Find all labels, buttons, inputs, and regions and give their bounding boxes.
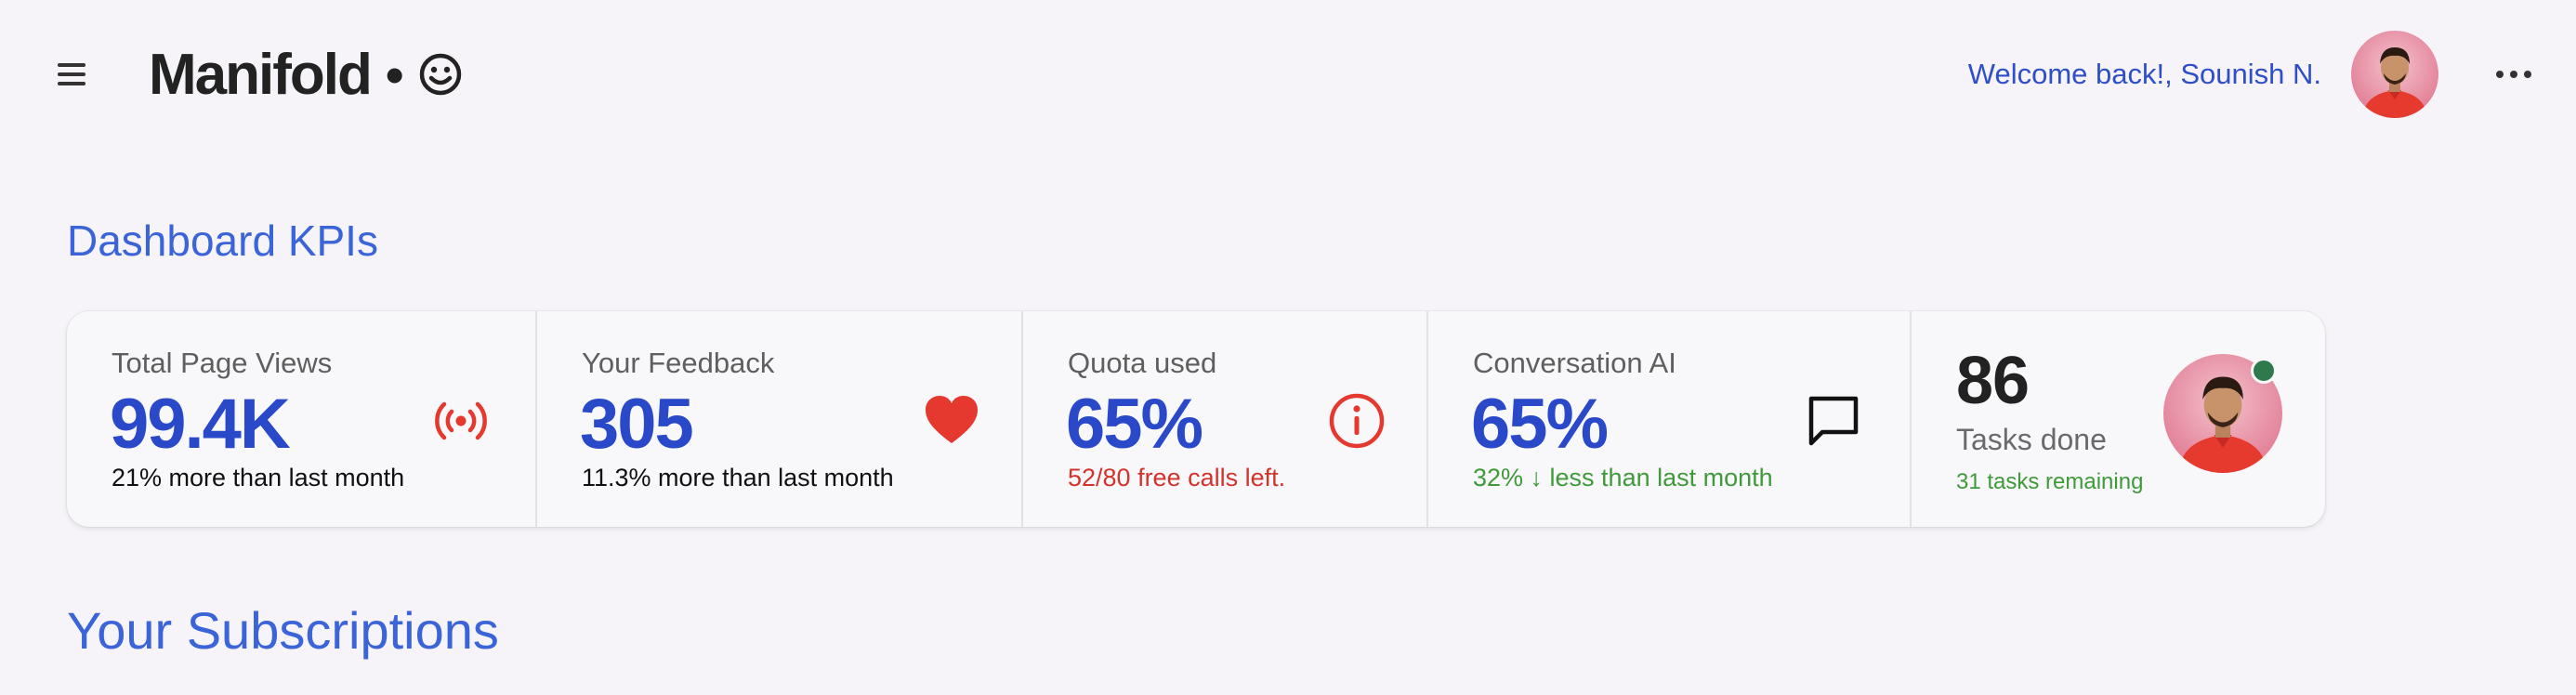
avatar-photo [2351,31,2438,118]
kpi-value: 305 [580,385,694,464]
tasks-remaining: 31 tasks remaining [1956,469,2144,494]
broadcast-icon [435,401,487,440]
tasks-count: 86 [1956,344,2030,418]
kpi-value: 65% [1471,385,1609,464]
more-horizontal-icon[interactable] [2496,65,2533,84]
kpi-quota-used: Quota used 65% 52/80 free calls left. [1023,311,1428,527]
hamburger-menu-icon[interactable] [58,61,89,87]
kpi-total-page-views: Total Page Views 99.4K 21% more than las… [67,311,537,527]
kpi-subtext: 21% more than last month [112,464,405,492]
kpi-subtext: 32% ↓ less than last month [1473,464,1773,492]
kpi-conversation-ai: Conversation AI 65% 32% ↓ less than last… [1428,311,1912,527]
tasks-label: Tasks done [1956,423,2107,456]
heart-icon [926,396,978,443]
section-title-subscriptions: Your Subscriptions [67,601,499,660]
kpi-label: Total Page Views [112,347,333,379]
kpi-tasks-done: 86 Tasks done 31 tasks remaining [1912,311,2325,527]
info-icon [1329,393,1385,449]
assignee-avatar[interactable] [2163,354,2282,473]
kpi-your-feedback: Your Feedback 305 11.3% more than last m… [537,311,1023,527]
top-bar: Manifold • Welcome back!, Sounish N. [0,0,2576,149]
kpi-subtext: 52/80 free calls left. [1068,464,1286,492]
chat-bubble-icon [1808,396,1859,446]
smiley-icon [420,53,462,96]
user-avatar[interactable] [2351,31,2438,118]
kpi-label: Quota used [1068,347,1217,379]
kpi-value: 99.4K [110,385,291,464]
kpi-card: Total Page Views 99.4K 21% more than las… [67,311,2325,527]
kpi-label: Your Feedback [582,347,775,379]
kpi-value: 65% [1066,385,1203,464]
section-title-kpis: Dashboard KPIs [67,216,378,265]
kpi-subtext: 11.3% more than last month [582,464,894,492]
online-status-indicator [2251,358,2277,384]
app-brand: Manifold • [149,39,463,110]
welcome-message: Welcome back!, Sounish N. [1967,58,2321,90]
kpi-label: Conversation AI [1473,347,1676,379]
brand-name: Manifold [149,42,373,107]
brand-separator: • [385,45,404,104]
